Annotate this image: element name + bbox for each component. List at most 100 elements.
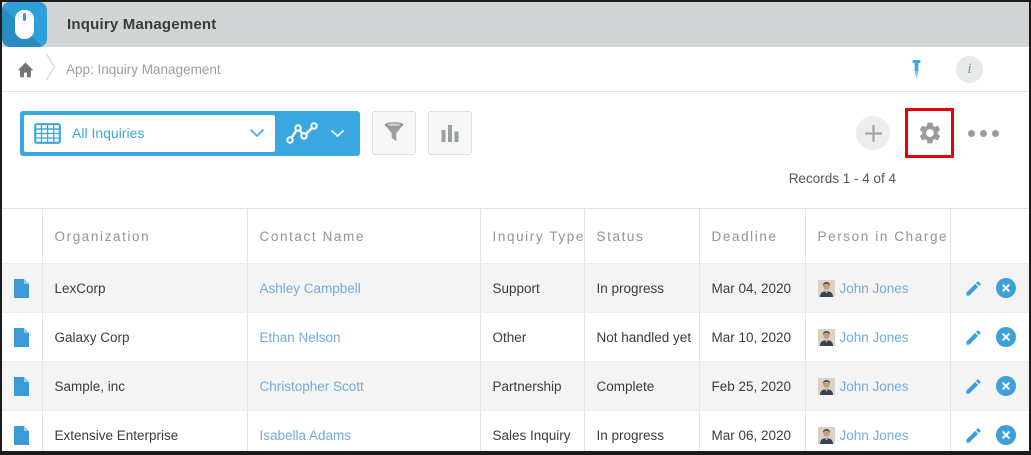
column-person-in-charge: Person in Charge xyxy=(804,208,950,264)
inquiry-type-cell: Other xyxy=(479,312,584,362)
toolbar: All Inquiries Records 1 - 4 of 4 xyxy=(2,92,1029,191)
column-status: Status xyxy=(583,208,699,264)
page-title: Inquiry Management xyxy=(67,16,217,33)
plus-icon xyxy=(864,124,883,143)
app-icon[interactable] xyxy=(2,2,47,47)
document-icon[interactable] xyxy=(14,327,30,347)
more-options-button[interactable] xyxy=(968,129,999,137)
filter-button[interactable] xyxy=(372,111,416,155)
breadcrumb-app-label[interactable]: App: Inquiry Management xyxy=(66,62,221,77)
edit-record-button[interactable] xyxy=(964,328,983,347)
record-table: Organization Contact Name Inquiry Type S… xyxy=(2,208,1029,451)
person-in-charge-link[interactable]: John Jones xyxy=(840,281,909,296)
record-icon-cell xyxy=(2,361,42,411)
add-record-button[interactable] xyxy=(856,116,890,150)
edit-record-button[interactable] xyxy=(964,426,983,445)
document-icon[interactable] xyxy=(14,376,30,396)
graph-view-toggle[interactable] xyxy=(275,121,356,145)
avatar xyxy=(817,426,835,444)
column-actions xyxy=(949,208,1029,264)
column-inquiry-type: Inquiry Type xyxy=(479,208,584,264)
records-summary: Records 1 - 4 of 4 xyxy=(788,171,896,186)
contact-name-link[interactable]: Isabella Adams xyxy=(260,428,352,443)
circle-x-icon xyxy=(995,376,1016,396)
avatar xyxy=(817,377,835,395)
status-cell: Complete xyxy=(583,361,699,411)
person-in-charge-link[interactable]: John Jones xyxy=(840,379,909,394)
breadcrumb: App: Inquiry Management i xyxy=(2,47,1029,92)
chevron-down-icon xyxy=(330,129,345,138)
record-icon-cell xyxy=(2,410,42,451)
contact-name-cell: Isabella Adams xyxy=(246,410,480,451)
pencil-icon xyxy=(965,427,981,443)
line-graph-icon xyxy=(286,121,319,145)
edit-record-button[interactable] xyxy=(964,279,983,298)
toolbar-row: All Inquiries xyxy=(20,108,1013,158)
edit-record-button[interactable] xyxy=(964,377,983,396)
contact-name-link[interactable]: Ashley Campbell xyxy=(260,281,361,296)
breadcrumb-separator-icon xyxy=(45,53,56,86)
app-window: Inquiry Management App: Inquiry Manageme… xyxy=(0,0,1031,455)
chevron-down-icon xyxy=(249,128,265,138)
view-selector: All Inquiries xyxy=(20,110,360,156)
funnel-icon xyxy=(382,121,406,145)
contact-name-link[interactable]: Ethan Nelson xyxy=(260,330,341,345)
view-dropdown[interactable]: All Inquiries xyxy=(24,114,275,152)
chart-button[interactable] xyxy=(428,111,472,155)
avatar xyxy=(817,328,835,346)
circle-x-icon xyxy=(995,425,1016,445)
table-row: Extensive Enterprise Isabella Adams Sale… xyxy=(2,410,1029,451)
organization-cell: Sample, inc xyxy=(41,361,247,411)
organization-cell: Extensive Enterprise xyxy=(41,410,247,451)
status-cell: Not handled yet xyxy=(583,312,699,362)
deadline-cell: Mar 10, 2020 xyxy=(698,312,805,362)
pencil-icon xyxy=(965,329,981,345)
gear-icon xyxy=(919,122,940,144)
table-row: LexCorp Ashley Campbell Support In progr… xyxy=(2,263,1029,313)
table-row: Galaxy Corp Ethan Nelson Other Not handl… xyxy=(2,312,1029,362)
delete-record-button[interactable] xyxy=(995,278,1016,298)
contact-name-cell: Ethan Nelson xyxy=(246,312,480,362)
column-deadline: Deadline xyxy=(698,208,805,264)
delete-record-button[interactable] xyxy=(995,327,1016,347)
column-record-icon xyxy=(2,208,42,264)
pushpin-icon[interactable] xyxy=(910,59,923,79)
toolbar-right xyxy=(856,108,1013,158)
inquiry-type-cell: Partnership xyxy=(479,361,584,411)
ellipsis-icon xyxy=(992,129,999,137)
delete-record-button[interactable] xyxy=(995,425,1016,445)
table-row: Sample, inc Christopher Scott Partnershi… xyxy=(2,361,1029,411)
table-header: Organization Contact Name Inquiry Type S… xyxy=(2,208,1029,264)
circle-x-icon xyxy=(995,278,1016,298)
record-icon-cell xyxy=(2,312,42,362)
status-cell: In progress xyxy=(583,263,699,313)
deadline-cell: Mar 06, 2020 xyxy=(698,410,805,451)
table-body: LexCorp Ashley Campbell Support In progr… xyxy=(2,263,1029,451)
selected-view-label: All Inquiries xyxy=(72,125,145,141)
breadcrumb-actions: i xyxy=(910,55,1015,83)
row-actions-cell xyxy=(949,312,1029,362)
annotation-highlight-box xyxy=(905,108,954,158)
person-in-charge-cell: John Jones xyxy=(804,312,950,362)
delete-record-button[interactable] xyxy=(995,376,1016,396)
document-icon[interactable] xyxy=(14,425,30,445)
person-in-charge-link[interactable]: John Jones xyxy=(840,330,909,345)
circle-x-icon xyxy=(995,327,1016,347)
contact-name-link[interactable]: Christopher Scott xyxy=(260,379,364,394)
column-organization: Organization xyxy=(41,208,247,264)
column-contact-name: Contact Name xyxy=(246,208,480,264)
mouse-icon xyxy=(15,10,34,39)
organization-cell: LexCorp xyxy=(41,263,247,313)
person-in-charge-link[interactable]: John Jones xyxy=(840,428,909,443)
document-icon[interactable] xyxy=(14,278,30,298)
ellipsis-icon xyxy=(980,129,987,137)
home-icon[interactable] xyxy=(16,61,35,78)
settings-button[interactable] xyxy=(917,120,943,146)
row-actions-cell xyxy=(949,361,1029,411)
inquiry-type-cell: Support xyxy=(479,263,584,313)
contact-name-cell: Christopher Scott xyxy=(246,361,480,411)
info-icon[interactable]: i xyxy=(956,55,983,83)
deadline-cell: Feb 25, 2020 xyxy=(698,361,805,411)
row-actions-cell xyxy=(949,410,1029,451)
app-header: Inquiry Management xyxy=(2,2,1029,47)
